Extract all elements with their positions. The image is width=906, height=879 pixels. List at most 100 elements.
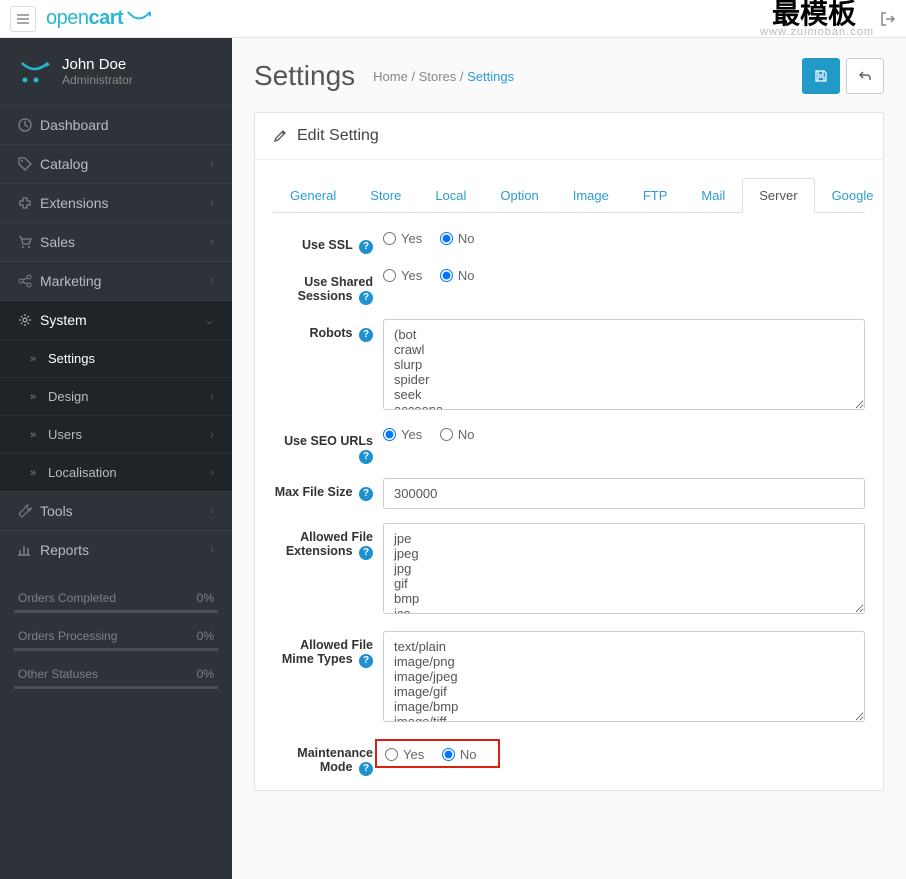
sidebar-item-label: Localisation xyxy=(48,465,210,480)
menu-toggle-button[interactable] xyxy=(10,6,36,32)
sidebar-item-label: Design xyxy=(48,389,210,404)
double-chevron-icon: » xyxy=(30,429,48,441)
user-role: Administrator xyxy=(62,73,133,87)
field-label: Use SSL ? xyxy=(273,231,383,254)
tab-server[interactable]: Server xyxy=(742,178,814,213)
tab-ftp[interactable]: FTP xyxy=(626,178,685,213)
sidebar-item-extensions[interactable]: Extensions › xyxy=(0,183,232,222)
radio-yes[interactable]: Yes xyxy=(383,268,422,283)
field-max-file-size: Max File Size ? xyxy=(273,478,865,509)
save-button[interactable] xyxy=(802,58,840,94)
double-chevron-icon: » xyxy=(30,391,48,403)
sidebar-item-label: Catalog xyxy=(40,156,210,172)
tab-store[interactable]: Store xyxy=(353,178,418,213)
breadcrumb-stores[interactable]: Stores xyxy=(419,69,457,84)
dashboard-icon xyxy=(18,118,40,132)
sidebar-item-marketing[interactable]: Marketing › xyxy=(0,261,232,300)
chart-icon xyxy=(18,543,40,557)
help-icon[interactable]: ? xyxy=(359,291,373,305)
radio-no[interactable]: No xyxy=(440,427,475,442)
brand-name-b: cart xyxy=(89,7,124,30)
chevron-right-icon: › xyxy=(210,197,214,209)
brand-name-a: open xyxy=(46,7,89,30)
help-icon[interactable]: ? xyxy=(359,240,373,254)
user-name: John Doe xyxy=(62,56,133,73)
main-content: Settings Home / Stores / Settings Edit S… xyxy=(232,38,906,879)
logout-button[interactable] xyxy=(880,11,896,27)
robots-textarea[interactable] xyxy=(383,319,865,410)
tab-google[interactable]: Google xyxy=(815,178,891,213)
chevron-right-icon: › xyxy=(210,158,214,170)
sidebar-item-tools[interactable]: Tools › xyxy=(0,491,232,530)
puzzle-icon xyxy=(18,196,40,210)
sidebar-item-label: Extensions xyxy=(40,195,210,211)
sidebar-item-label: Tools xyxy=(40,503,210,519)
edit-panel: Edit Setting General Store Local Option … xyxy=(254,112,884,791)
radio-no[interactable]: No xyxy=(440,268,475,283)
sidebar-item-catalog[interactable]: Catalog › xyxy=(0,144,232,183)
tab-image[interactable]: Image xyxy=(556,178,626,213)
help-icon[interactable]: ? xyxy=(359,328,373,342)
help-icon[interactable]: ? xyxy=(359,762,373,776)
radio-no[interactable]: No xyxy=(442,747,477,762)
radio-yes[interactable]: Yes xyxy=(383,231,422,246)
sidebar-item-label: Reports xyxy=(40,542,210,558)
double-chevron-icon: » xyxy=(30,467,48,479)
radio-yes[interactable]: Yes xyxy=(383,427,422,442)
sidebar-sub-design[interactable]: » Design › xyxy=(0,377,232,415)
breadcrumb-home[interactable]: Home xyxy=(373,69,408,84)
panel-title: Edit Setting xyxy=(297,127,379,145)
chevron-right-icon: › xyxy=(210,391,214,403)
stat-value: 0% xyxy=(197,591,214,605)
radio-no[interactable]: No xyxy=(440,231,475,246)
stat-value: 0% xyxy=(197,629,214,643)
sidebar-sub-localisation[interactable]: » Localisation › xyxy=(0,453,232,491)
stat-bar xyxy=(14,686,218,689)
watermark-sub: www.zuimoban.com xyxy=(760,26,874,38)
breadcrumb-current: Settings xyxy=(467,69,514,84)
stat-label: Orders Completed xyxy=(18,591,116,605)
allowed-mime-textarea[interactable] xyxy=(383,631,865,722)
max-file-size-input[interactable] xyxy=(383,478,865,509)
pencil-icon xyxy=(273,129,287,143)
chevron-right-icon: › xyxy=(210,467,214,479)
sidebar-sub-users[interactable]: » Users › xyxy=(0,415,232,453)
tab-option[interactable]: Option xyxy=(483,178,555,213)
help-icon[interactable]: ? xyxy=(359,546,373,560)
wrench-icon xyxy=(18,504,40,518)
sidebar: John Doe Administrator Dashboard Catalog… xyxy=(0,38,232,879)
stat-bar xyxy=(14,648,218,651)
stat-value: 0% xyxy=(197,667,214,681)
stat-completed: Orders Completed 0% xyxy=(14,583,218,610)
tab-local[interactable]: Local xyxy=(418,178,483,213)
stat-bar xyxy=(14,610,218,613)
sidebar-item-label: Sales xyxy=(40,234,210,250)
field-label: Allowed File Mime Types ? xyxy=(273,631,383,668)
stat-processing: Orders Processing 0% xyxy=(14,621,218,648)
field-shared-sessions: Use Shared Sessions ? Yes No xyxy=(273,268,865,305)
field-seo-urls: Use SEO URLs ? Yes No xyxy=(273,427,865,464)
help-icon[interactable]: ? xyxy=(359,450,373,464)
sidebar-item-sales[interactable]: Sales › xyxy=(0,222,232,261)
field-allowed-mime: Allowed File Mime Types ? xyxy=(273,631,865,725)
breadcrumb: Home / Stores / Settings xyxy=(373,69,796,84)
chevron-right-icon: › xyxy=(210,429,214,441)
sidebar-sub-settings[interactable]: » Settings xyxy=(0,339,232,377)
chevron-right-icon: › xyxy=(210,275,214,287)
help-icon[interactable]: ? xyxy=(359,487,373,501)
radio-yes[interactable]: Yes xyxy=(385,747,424,762)
sidebar-item-dashboard[interactable]: Dashboard xyxy=(0,105,232,144)
share-icon xyxy=(18,274,40,288)
sidebar-item-label: Marketing xyxy=(40,273,210,289)
sidebar-item-reports[interactable]: Reports › xyxy=(0,530,232,569)
chevron-right-icon: › xyxy=(210,236,214,248)
back-button[interactable] xyxy=(846,58,884,94)
tab-mail[interactable]: Mail xyxy=(684,178,742,213)
help-icon[interactable]: ? xyxy=(359,654,373,668)
sidebar-item-system[interactable]: System ⌄ xyxy=(0,300,232,339)
allowed-ext-textarea[interactable] xyxy=(383,523,865,614)
tab-general[interactable]: General xyxy=(273,178,353,213)
sidebar-submenu-system: » Settings » Design › » Users › » Locali… xyxy=(0,339,232,491)
brand-logo[interactable]: opencart xyxy=(46,7,880,30)
sidebar-stats: Orders Completed 0% Orders Processing 0%… xyxy=(0,569,232,711)
